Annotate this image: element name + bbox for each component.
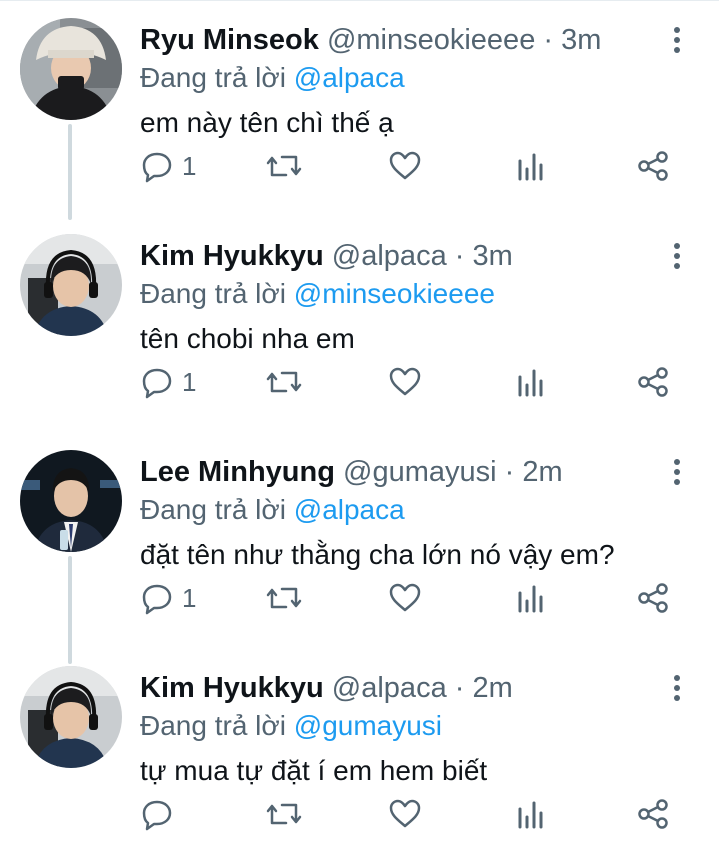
action-bar: 1: [140, 362, 700, 402]
retweet-icon: [266, 371, 302, 393]
reply-icon: [142, 584, 172, 615]
more-options-icon[interactable]: [664, 238, 690, 274]
views-button[interactable]: [516, 794, 546, 834]
tweet-text: em này tên chì thế ạ: [140, 107, 394, 138]
mention-link[interactable]: @minseokieeee: [294, 278, 495, 309]
action-bar: 1: [140, 578, 700, 618]
heart-icon: [389, 151, 421, 180]
views-button[interactable]: [516, 146, 546, 186]
replying-to-label: Đang trả lời: [140, 62, 286, 93]
share-icon: [638, 583, 668, 613]
reply-button[interactable]: 1: [140, 362, 196, 402]
separator: ·: [543, 24, 554, 56]
share-button[interactable]: [636, 794, 670, 834]
reply-count: 1: [182, 582, 197, 613]
tweet-text: đặt tên như thằng cha lớn nó vậy em?: [140, 539, 615, 570]
tweet-text: tên chobi nha em: [140, 323, 355, 354]
analytics-icon: [518, 153, 543, 181]
heart-icon: [389, 583, 421, 612]
reply-icon: [142, 152, 172, 183]
reply-button[interactable]: 1: [140, 578, 196, 618]
mention-link[interactable]: @gumayusi: [294, 710, 442, 741]
avatar[interactable]: [20, 18, 122, 120]
tweet-text: tự mua tự đặt í em hem biết: [140, 755, 488, 786]
avatar[interactable]: [20, 234, 122, 336]
replying-to: Đang trả lời @alpaca: [140, 60, 405, 96]
analytics-icon: [518, 585, 543, 613]
separator: ·: [454, 672, 465, 704]
share-button[interactable]: [636, 146, 670, 186]
more-options-icon[interactable]: [664, 454, 690, 490]
replying-to: Đang trả lời @minseokieeee: [140, 276, 495, 312]
tweet[interactable]: Ryu Minseok @minseokieeee · 3m Đang trả …: [0, 0, 719, 216]
tweet-header: Kim Hyukkyu @alpaca · 3m: [140, 238, 513, 274]
user-handle[interactable]: @alpaca: [332, 240, 447, 272]
reply-icon: [142, 800, 172, 831]
display-name[interactable]: Kim Hyukkyu: [140, 672, 324, 704]
user-handle[interactable]: @gumayusi: [343, 456, 497, 488]
analytics-icon: [518, 801, 543, 829]
reply-count: 1: [182, 366, 197, 397]
like-button[interactable]: [388, 146, 422, 186]
mention-link[interactable]: @alpaca: [294, 62, 405, 93]
avatar[interactable]: [20, 450, 122, 552]
more-options-icon[interactable]: [664, 670, 690, 706]
replying-to-label: Đang trả lời: [140, 710, 286, 741]
heart-icon: [389, 799, 421, 828]
display-name[interactable]: Lee Minhyung: [140, 456, 335, 488]
user-handle[interactable]: @minseokieeee: [327, 24, 535, 56]
like-button[interactable]: [388, 578, 422, 618]
share-icon: [638, 367, 668, 397]
retweet-button[interactable]: [266, 146, 302, 186]
tweet[interactable]: Kim Hyukkyu @alpaca · 3m Đang trả lời @m…: [0, 216, 719, 432]
like-button[interactable]: [388, 362, 422, 402]
tweet[interactable]: Kim Hyukkyu @alpaca · 2m Đang trả lời @g…: [0, 648, 719, 864]
timestamp[interactable]: 3m: [473, 240, 513, 272]
display-name[interactable]: Ryu Minseok: [140, 24, 319, 56]
retweet-button[interactable]: [266, 578, 302, 618]
tweet-header: Lee Minhyung @gumayusi · 2m: [140, 454, 563, 490]
retweet-icon: [266, 803, 302, 825]
replying-to: Đang trả lời @alpaca: [140, 492, 405, 528]
heart-icon: [389, 367, 421, 396]
reply-button[interactable]: [140, 794, 182, 834]
tweet-header: Ryu Minseok @minseokieeee · 3m: [140, 22, 601, 58]
reply-count: 1: [182, 150, 197, 181]
share-button[interactable]: [636, 362, 670, 402]
replying-to-label: Đang trả lời: [140, 278, 286, 309]
retweet-button[interactable]: [266, 794, 302, 834]
replying-to: Đang trả lời @gumayusi: [140, 708, 442, 744]
display-name[interactable]: Kim Hyukkyu: [140, 240, 324, 272]
views-button[interactable]: [516, 578, 546, 618]
views-button[interactable]: [516, 362, 546, 402]
more-options-icon[interactable]: [664, 22, 690, 58]
timestamp[interactable]: 3m: [561, 24, 601, 56]
share-icon: [638, 799, 668, 829]
mention-link[interactable]: @alpaca: [294, 494, 405, 525]
analytics-icon: [518, 369, 543, 397]
separator: ·: [454, 240, 465, 272]
avatar[interactable]: [20, 666, 122, 768]
tweet-header: Kim Hyukkyu @alpaca · 2m: [140, 670, 513, 706]
like-button[interactable]: [388, 794, 422, 834]
retweet-icon: [266, 155, 302, 177]
action-bar: [140, 794, 700, 834]
reply-button[interactable]: 1: [140, 146, 196, 186]
action-bar: 1: [140, 146, 700, 186]
retweet-icon: [266, 587, 302, 609]
tweet[interactable]: Lee Minhyung @gumayusi · 2m Đang trả lời…: [0, 432, 719, 648]
share-icon: [638, 151, 668, 181]
user-handle[interactable]: @alpaca: [332, 672, 447, 704]
share-button[interactable]: [636, 578, 670, 618]
separator: ·: [504, 456, 515, 488]
retweet-button[interactable]: [266, 362, 302, 402]
timestamp[interactable]: 2m: [473, 672, 513, 704]
replying-to-label: Đang trả lời: [140, 494, 286, 525]
reply-icon: [142, 368, 172, 399]
timestamp[interactable]: 2m: [522, 456, 562, 488]
